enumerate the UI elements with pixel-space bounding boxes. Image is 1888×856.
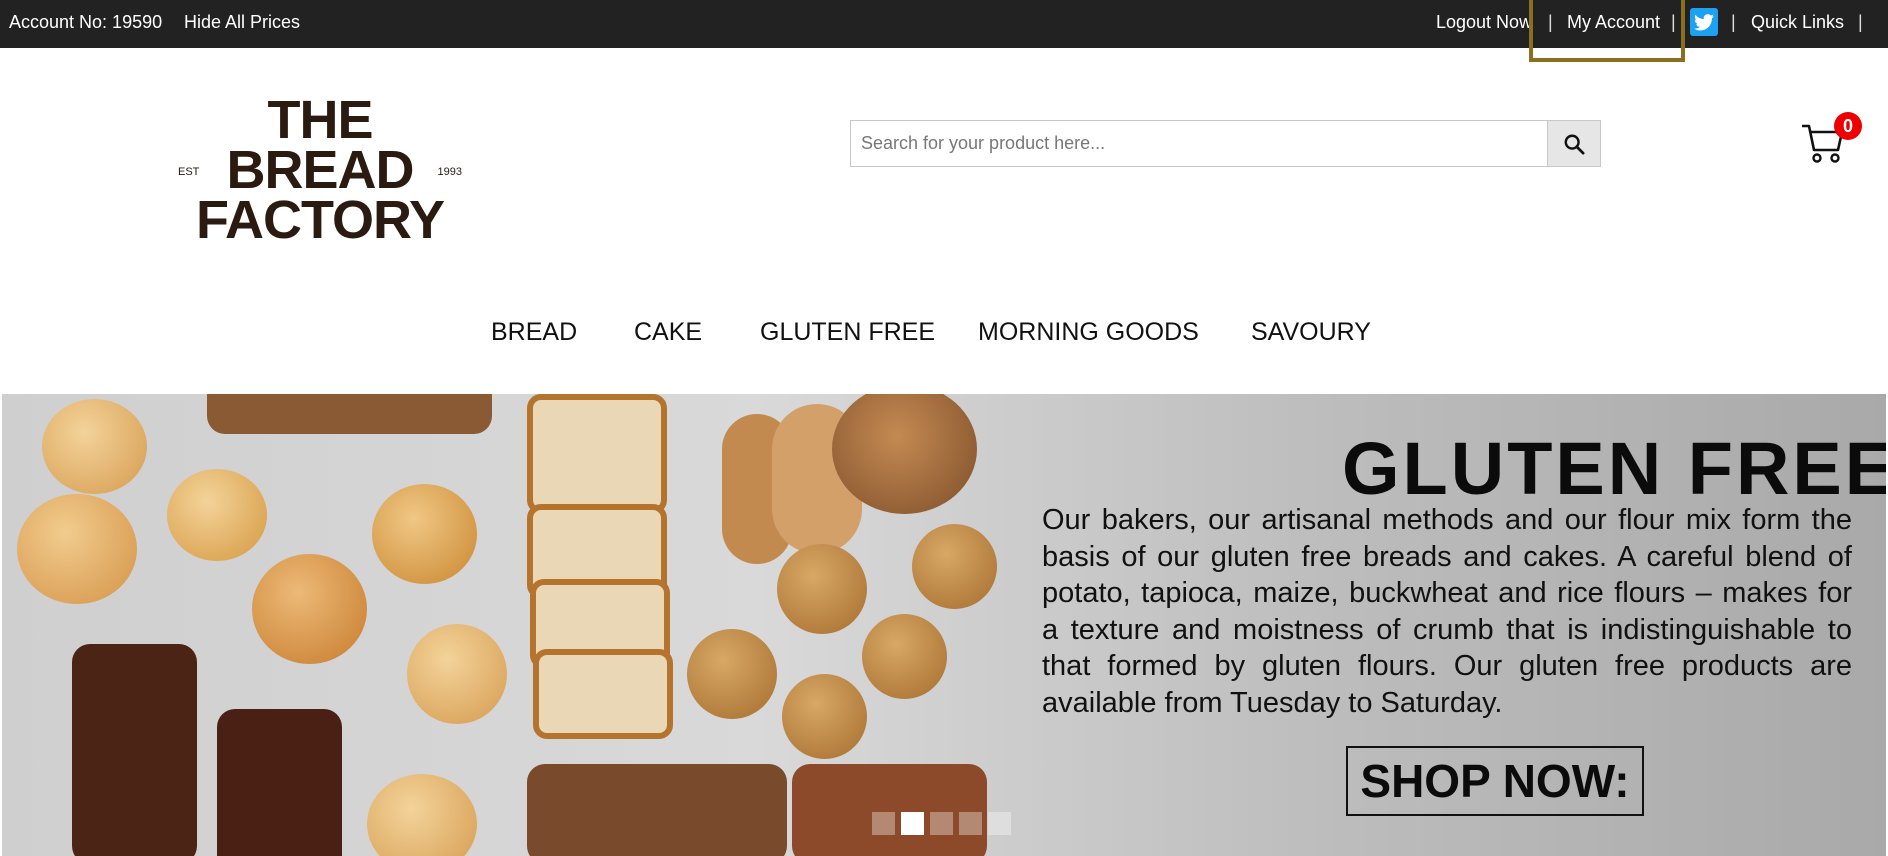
slider-dot[interactable] [872, 812, 895, 835]
bread-factory-logo[interactable]: THE BREAD FACTORY EST 1993 [178, 92, 462, 250]
search-input[interactable] [851, 121, 1547, 166]
slider-dot[interactable] [930, 812, 953, 835]
slider-dot-active[interactable] [901, 812, 924, 835]
separator: | [1731, 12, 1736, 32]
nav-item-morning-goods[interactable]: MORNING GOODS [978, 318, 1199, 347]
account-number: Account No: 19590 [9, 12, 163, 32]
search-button[interactable] [1547, 121, 1600, 166]
logout-link[interactable]: Logout Now [1436, 0, 1532, 44]
hero-banner[interactable]: GLUTEN FREE Our bakers, our artisanal me… [2, 394, 1886, 856]
twitter-icon[interactable] [1690, 8, 1718, 36]
logo-est: EST [178, 166, 200, 178]
hero-title: GLUTEN FREE [1342, 427, 1886, 510]
slider-dot[interactable] [959, 812, 982, 835]
search-bar [850, 120, 1601, 167]
logo-year: 1993 [437, 166, 462, 178]
shop-now-button[interactable]: SHOP NOW: [1346, 746, 1644, 816]
quick-links-link[interactable]: Quick Links [1751, 0, 1844, 44]
slider-dot[interactable] [988, 812, 1011, 835]
nav-item-gluten-free[interactable]: GLUTEN FREE [760, 318, 935, 347]
nav-item-savoury[interactable]: SAVOURY [1251, 318, 1371, 347]
cart-count-badge: 0 [1834, 112, 1862, 140]
slider-dots [872, 812, 1011, 836]
nav-item-bread[interactable]: BREAD [491, 318, 577, 347]
main-nav: BREAD CAKE GLUTEN FREE MORNING GOODS SAV… [0, 318, 1888, 352]
hero-description: Our bakers, our artisanal methods and ou… [1042, 504, 1852, 719]
search-icon [1564, 134, 1585, 155]
nav-item-cake[interactable]: CAKE [634, 318, 702, 347]
focus-outline [1529, 0, 1685, 62]
hide-prices-link[interactable]: Hide All Prices [184, 0, 300, 44]
separator: | [1858, 12, 1863, 32]
logo-line-factory: FACTORY [195, 190, 445, 250]
